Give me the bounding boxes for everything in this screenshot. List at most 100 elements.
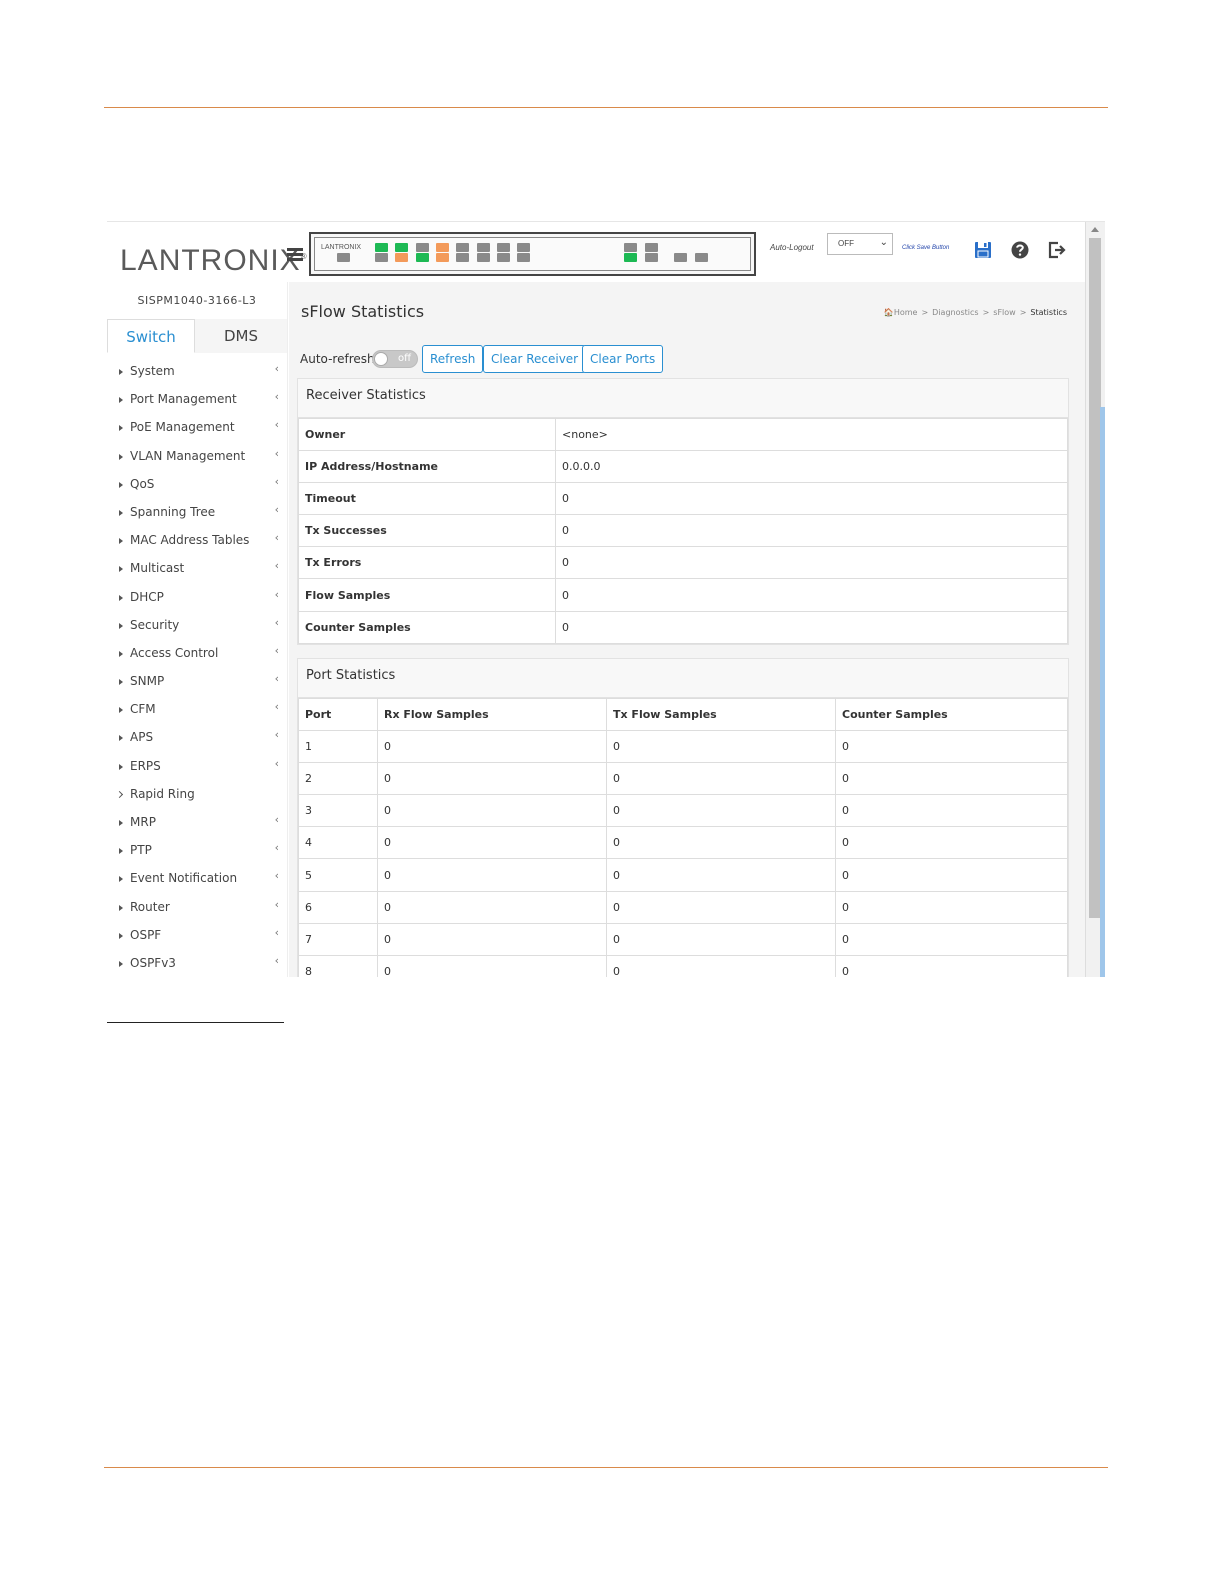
footnote-rule — [107, 1022, 284, 1023]
menu-toggle-icon[interactable] — [287, 248, 303, 262]
port-bottom[interactable] — [435, 253, 449, 262]
port-bottom[interactable] — [415, 253, 429, 262]
sfp-port[interactable] — [674, 253, 687, 262]
scroll-up-icon[interactable] — [1091, 227, 1099, 232]
sidebar-item-label: CFM — [130, 702, 156, 717]
table-header-row: Port Rx Flow Samples Tx Flow Samples Counte… — [298, 697, 1068, 732]
sidebar-item-spanning-tree[interactable]: Spanning Tree ‹ — [107, 499, 287, 527]
port-top[interactable] — [375, 243, 388, 252]
sidebar-item-router[interactable]: Router ‹ — [107, 894, 287, 922]
sidebar-item-event-notification[interactable]: Event Notification ‹ — [107, 865, 287, 893]
port-bottom[interactable] — [496, 253, 510, 262]
receiver-statistics-title: Receiver Statistics — [298, 379, 1068, 418]
device-front-panel: LANTRONIX — [309, 232, 756, 276]
port-top[interactable] — [415, 243, 429, 252]
receiver-field-value: 0 — [555, 514, 1068, 548]
chevron-left-icon: ‹ — [274, 925, 279, 939]
clear-ports-button[interactable]: Clear Ports — [582, 345, 664, 373]
sidebar-item-label: DHCP — [130, 589, 164, 604]
port-bottom[interactable] — [476, 253, 490, 262]
port-top[interactable] — [456, 243, 470, 252]
table-cell: 0 — [835, 794, 1068, 828]
refresh-button[interactable]: Refresh — [422, 345, 484, 373]
breadcrumb-home[interactable]: Home — [894, 308, 918, 317]
table-cell: 8 — [298, 954, 378, 977]
toggle-knob — [374, 352, 388, 366]
sidebar-item-ospf[interactable]: OSPF ‹ — [107, 922, 287, 950]
chevron-left-icon: ‹ — [274, 502, 279, 516]
caret-right-icon — [119, 876, 123, 883]
save-icon[interactable] — [973, 240, 993, 260]
sidebar-item-label: MRP — [130, 815, 156, 829]
sidebar-item-mac-address-tables[interactable]: MAC Address Tables ‹ — [107, 527, 287, 555]
vertical-scrollbar[interactable] — [1085, 222, 1105, 977]
port-statistics-table: Port Rx Flow Samples Tx Flow Samples Counte… — [298, 697, 1068, 977]
tab-dms[interactable]: DMS — [195, 319, 287, 353]
port-top[interactable] — [496, 243, 510, 252]
page-bottom-rule — [104, 1467, 1108, 1468]
sfp-port[interactable] — [695, 253, 708, 262]
table-cell: 0 — [606, 794, 836, 828]
chevron-left-icon: ‹ — [274, 953, 279, 967]
table-cell: 0 — [377, 826, 607, 860]
sidebar-item-cfm[interactable]: CFM ‹ — [107, 696, 287, 724]
caret-right-icon — [119, 397, 123, 404]
help-icon[interactable] — [1010, 240, 1030, 260]
port-top[interactable] — [624, 243, 637, 252]
breadcrumb-diagnostics[interactable]: Diagnostics — [932, 308, 978, 317]
logout-icon[interactable] — [1047, 240, 1067, 260]
auto-refresh-label: Auto-refresh — [300, 352, 375, 366]
port-top[interactable] — [435, 243, 449, 252]
sidebar-item-rapid-ring[interactable]: Rapid Ring — [107, 781, 287, 809]
sidebar-item-access-control[interactable]: Access Control ‹ — [107, 640, 287, 668]
chevron-left-icon: ‹ — [274, 390, 279, 404]
port-bottom[interactable] — [395, 253, 409, 262]
chevron-left-icon: ‹ — [274, 728, 279, 742]
port-top[interactable] — [517, 243, 531, 252]
auto-logout-value: OFF — [838, 239, 854, 248]
sidebar-item-ptp[interactable]: PTP ‹ — [107, 837, 287, 865]
sidebar-item-port-management[interactable]: Port Management ‹ — [107, 386, 287, 414]
caret-right-icon — [119, 566, 123, 573]
receiver-statistics-section: Receiver Statistics Owner <none> IP Addres… — [297, 378, 1069, 645]
sidebar-item-aps[interactable]: APS ‹ — [107, 724, 287, 752]
sidebar-item-system[interactable]: System ‹ — [107, 358, 287, 386]
auto-refresh-toggle[interactable]: off — [372, 350, 418, 368]
sidebar-item-label: Access Control — [130, 645, 219, 660]
sidebar-item-snmp[interactable]: SNMP ‹ — [107, 668, 287, 696]
table-cell: 0 — [377, 890, 607, 924]
sidebar-item-poe-management[interactable]: PoE Management ‹ — [107, 414, 287, 442]
port-bottom[interactable] — [456, 253, 470, 262]
receiver-field-label: Counter Samples — [298, 610, 556, 644]
port-bottom[interactable] — [375, 253, 388, 262]
column-header: Counter Samples — [835, 697, 1068, 732]
tab-switch[interactable]: Switch — [107, 319, 195, 353]
sidebar-item-vlan-management[interactable]: VLAN Management ‹ — [107, 443, 287, 471]
logo-text: LANTRONIX — [120, 244, 301, 277]
port-top[interactable] — [476, 243, 490, 252]
sidebar-menu: System ‹ Port Management ‹ PoE Management ‹ VL… — [107, 358, 287, 977]
sidebar-item-multicast[interactable]: Multicast ‹ — [107, 555, 287, 583]
sidebar-item-qos[interactable]: QoS ‹ — [107, 471, 287, 499]
receiver-field-label: IP Address/Hostname — [298, 450, 556, 484]
receiver-field-value: 0.0.0.0 — [555, 450, 1068, 484]
caret-right-icon — [119, 453, 123, 460]
port-bottom[interactable] — [624, 253, 637, 262]
port-bottom[interactable] — [645, 253, 658, 262]
sidebar-item-erps[interactable]: ERPS ‹ — [107, 753, 287, 781]
port-top[interactable] — [645, 243, 658, 252]
port-top[interactable] — [395, 243, 409, 252]
table-row: IP Address/Hostname 0.0.0.0 — [298, 450, 1068, 484]
chevron-left-icon: ‹ — [274, 531, 279, 545]
clear-receiver-button[interactable]: Clear Receiver — [483, 345, 587, 373]
chevron-left-icon: ‹ — [274, 446, 279, 460]
sidebar-item-dhcp[interactable]: DHCP ‹ — [107, 584, 287, 612]
sidebar-item-ospfv3[interactable]: OSPFv3 ‹ — [107, 950, 287, 977]
console-port[interactable] — [337, 253, 350, 262]
port-bottom[interactable] — [517, 253, 531, 262]
breadcrumb-sflow[interactable]: sFlow — [993, 308, 1015, 317]
auto-logout-select[interactable]: OFF ⌄ — [827, 233, 893, 255]
sidebar-item-security[interactable]: Security ‹ — [107, 612, 287, 640]
scroll-edge-highlight — [1100, 407, 1105, 977]
sidebar-item-mrp[interactable]: MRP ‹ — [107, 809, 287, 837]
